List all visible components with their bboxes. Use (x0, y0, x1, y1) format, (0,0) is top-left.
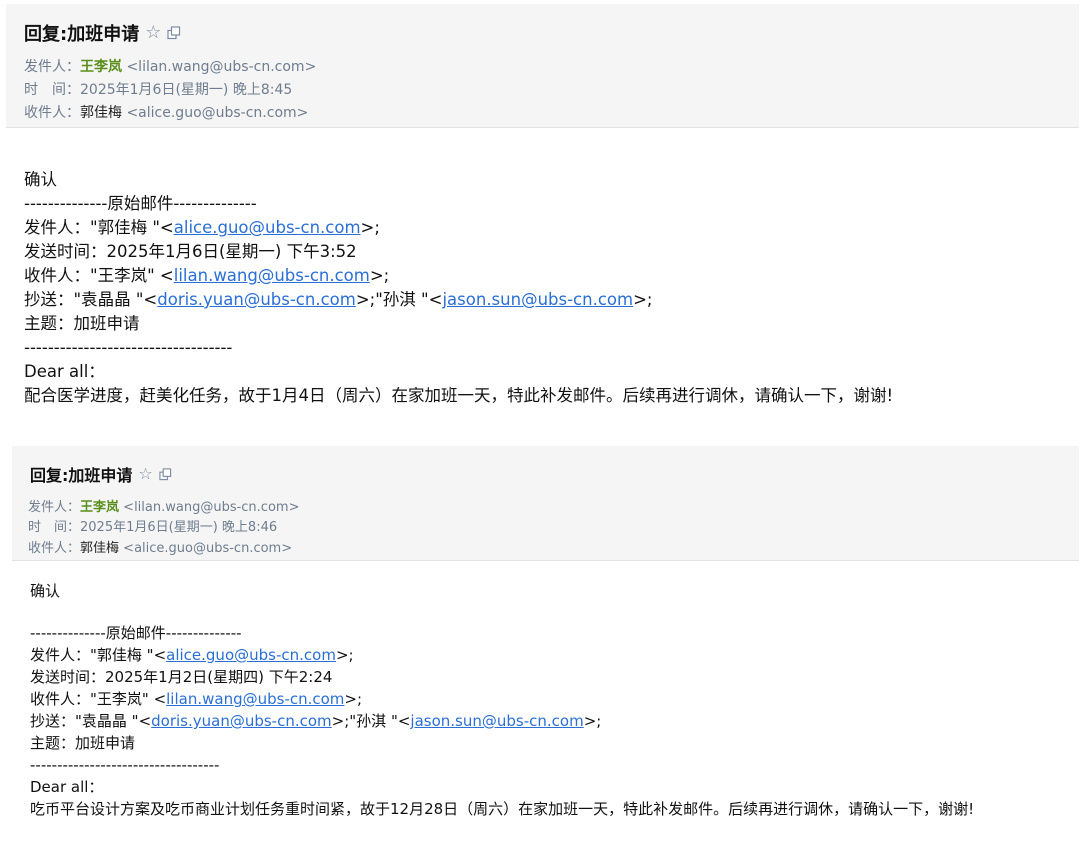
reply-text: 确认 (30, 582, 61, 600)
sender-name[interactable]: 王李岚 (80, 500, 119, 515)
orig-subject-line: 主题：加班申请 (30, 734, 136, 752)
to-row: 收件人：郭佳梅 <alice.guo@ubs-cn.com> (28, 537, 292, 556)
orig-cc-email-link-1[interactable]: doris.yuan@ubs-cn.com (157, 290, 356, 309)
orig-subject-line: 主题：加班申请 (24, 314, 140, 333)
email-subject: 回复:加班申请 (24, 24, 140, 45)
recipient-name[interactable]: 郭佳梅 (80, 541, 119, 556)
orig-cc-email-link-1[interactable]: doris.yuan@ubs-cn.com (151, 712, 332, 730)
recipient-name[interactable]: 郭佳梅 (80, 105, 122, 121)
orig-cc-line: 抄送："袁晶晶 "<doris.yuan@ubs-cn.com>;"孙淇 "<j… (30, 712, 602, 730)
from-row: 发件人：王李岚 <lilan.wang@ubs-cn.com> (24, 56, 316, 76)
to-row: 收件人：郭佳梅 <alice.guo@ubs-cn.com> (24, 102, 308, 122)
from-label: 发件人： (24, 59, 80, 75)
orig-from-email-link[interactable]: alice.guo@ubs-cn.com (166, 646, 336, 664)
from-label: 发件人： (28, 500, 81, 515)
popout-window-icon[interactable] (159, 467, 172, 481)
orig-to-email-link[interactable]: lilan.wang@ubs-cn.com (166, 690, 344, 708)
time-label: 时 间： (24, 82, 80, 98)
separator-bottom: ----------------------------------- (24, 338, 233, 357)
star-outline-icon[interactable]: ☆ (145, 24, 161, 42)
recipient-email[interactable]: <alice.guo@ubs-cn.com> (123, 541, 292, 556)
reply-text: 确认 (24, 170, 57, 189)
separator-top: --------------原始邮件-------------- (24, 194, 257, 213)
greeting: Dear all： (24, 362, 105, 381)
orig-cc-line: 抄送："袁晶晶 "<doris.yuan@ubs-cn.com>;"孙淇 "<j… (24, 290, 653, 309)
email-body: 确认 --------------原始邮件-------------- 发件人：… (24, 168, 893, 408)
orig-from-line: 发件人："郭佳梅 "<alice.guo@ubs-cn.com>; (24, 218, 380, 237)
orig-from-line: 发件人："郭佳梅 "<alice.guo@ubs-cn.com>; (30, 646, 354, 664)
greeting: Dear all： (30, 778, 104, 796)
time-label: 时 间： (28, 520, 81, 535)
to-label: 收件人： (28, 541, 81, 556)
orig-to-line: 收件人："王李岚" <lilan.wang@ubs-cn.com>; (24, 266, 390, 285)
message-text: 配合医学进度，赶美化任务，故于1月4日（周六）在家加班一天，特此补发邮件。后续再… (24, 386, 894, 405)
sender-name[interactable]: 王李岚 (80, 59, 122, 75)
time-value: 2025年1月6日(星期一) 晚上8:45 (80, 82, 293, 98)
sender-email[interactable]: <lilan.wang@ubs-cn.com> (126, 59, 316, 75)
orig-time-line: 发送时间：2025年1月6日(星期一) 下午3:52 (24, 242, 357, 261)
subject-line: 回复:加班申请 ☆ (30, 462, 172, 486)
orig-cc-email-link-2[interactable]: jason.sun@ubs-cn.com (442, 290, 633, 309)
star-outline-icon[interactable]: ☆ (138, 466, 152, 482)
email-header: 回复:加班申请 ☆ 发件人：王李岚 <lilan.wang@ubs-cn.com… (12, 446, 1079, 561)
orig-cc-email-link-2[interactable]: jason.sun@ubs-cn.com (410, 712, 583, 730)
email-subject: 回复:加班申请 (30, 466, 133, 485)
separator-bottom: ----------------------------------- (30, 756, 220, 774)
time-row: 时 间：2025年1月6日(星期一) 晚上8:46 (28, 516, 277, 535)
orig-to-email-link[interactable]: lilan.wang@ubs-cn.com (174, 266, 370, 285)
time-row: 时 间：2025年1月6日(星期一) 晚上8:45 (24, 79, 292, 99)
from-row: 发件人：王李岚 <lilan.wang@ubs-cn.com> (28, 496, 299, 515)
subject-line: 回复:加班申请 ☆ (24, 20, 181, 46)
email-header: 回复:加班申请 ☆ 发件人：王李岚 <lilan.wang@ubs-cn.com… (6, 4, 1079, 128)
to-label: 收件人： (24, 105, 80, 121)
message-text: 吃币平台设计方案及吃币商业计划任务重时间紧，故于12月28日（周六）在家加班一天… (30, 800, 975, 818)
popout-window-icon[interactable] (167, 26, 181, 40)
time-value: 2025年1月6日(星期一) 晚上8:46 (80, 520, 278, 535)
orig-to-line: 收件人："王李岚" <lilan.wang@ubs-cn.com>; (30, 690, 363, 708)
orig-time-line: 发送时间：2025年1月2日(星期四) 下午2:24 (30, 668, 333, 686)
recipient-email[interactable]: <alice.guo@ubs-cn.com> (126, 105, 308, 121)
orig-from-email-link[interactable]: alice.guo@ubs-cn.com (174, 218, 361, 237)
separator-top: --------------原始邮件-------------- (30, 624, 242, 642)
sender-email[interactable]: <lilan.wang@ubs-cn.com> (123, 500, 299, 515)
email-body: 确认 --------------原始邮件-------------- 发件人：… (30, 580, 974, 820)
